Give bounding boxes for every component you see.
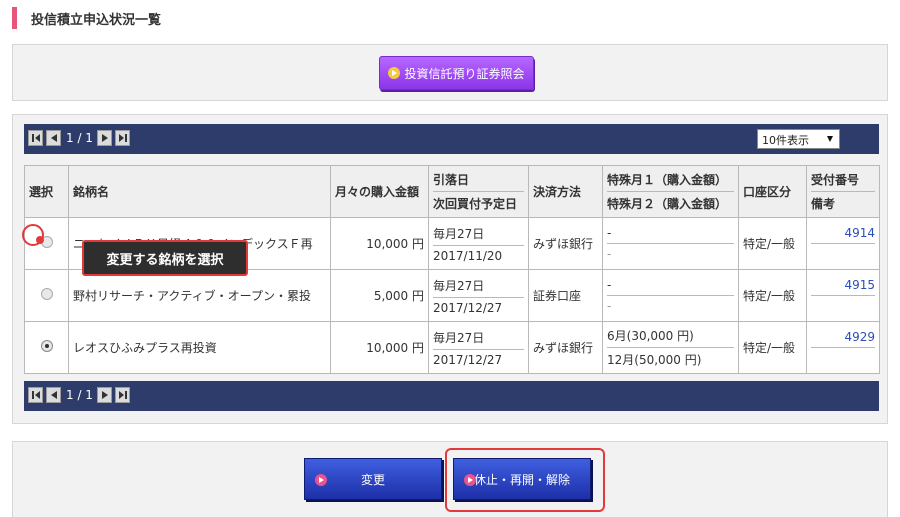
dropdown-arrow-icon [827,136,833,142]
debit-cell: 毎月27日 2017/12/27 [428,269,529,322]
next-purchase-date: 2017/12/27 [433,352,503,367]
payment-method: 証券口座 [528,269,603,322]
pager-bar-bottom: 1 / 1 [24,381,879,411]
next-page-icon[interactable] [96,130,112,146]
payment-method: みずほ銀行 [528,321,603,374]
payment-method: みずほ銀行 [528,217,603,270]
last-page-icon[interactable] [114,130,130,146]
page-title-text: 投信積立申込状況一覧 [31,12,162,28]
select-cell [24,269,69,322]
special-month-1: - [607,275,734,296]
pager-bar-top: 1 / 1 10件表示 [24,124,879,154]
fund-name: レオスひふみプラス再投資 [68,321,331,374]
monthly-amount: 5,000 円 [330,269,429,322]
table-header-row: 選択 銘柄名 月々の購入金額 引落日次回買付予定日 決済方法 特殊月１（購入金額… [24,165,880,218]
special-cell: -- [602,217,739,270]
header-account: 口座区分 [738,165,807,218]
bottom-action-panel: 変更 休止・再開・解除 [12,441,888,517]
play-icon [388,67,401,79]
receipt-number: 4915 [811,275,875,296]
play-icon [464,474,476,486]
instruction-callout-text: 変更する銘柄を選択 [106,252,224,268]
receipt-cell: 4915 [806,269,880,322]
pager-bottom: 1 / 1 [28,387,133,403]
header-debit: 引落日次回買付予定日 [428,165,529,218]
receipt-number: 4914 [811,223,875,244]
account-type: 特定/一般 [738,269,807,322]
first-page-icon[interactable] [28,387,43,403]
debit-day: 毎月27日 [433,326,524,350]
header-receipt-1: 受付番号 [811,168,875,192]
header-receipt-2: 備考 [811,197,836,211]
header-special-2: 特殊月２（購入金額） [607,197,728,211]
next-purchase-date: 2017/12/27 [433,300,503,315]
prev-page-icon[interactable] [46,130,61,146]
table-row: 野村リサーチ・アクティブ・オープン・累投 5,000 円 毎月27日 2017/1… [24,269,880,322]
receipt-number: 4929 [811,327,875,348]
first-page-icon[interactable] [28,130,43,146]
debit-cell: 毎月27日 2017/12/27 [428,321,529,374]
header-payment: 決済方法 [528,165,603,218]
special-month-1: 6月(30,000 円) [607,324,734,348]
debit-day: 毎月27日 [433,274,524,298]
row-radio-selected[interactable] [40,340,53,352]
pager-top: 1 / 1 [28,130,133,146]
fund-inquiry-button-label: 投資信託預り証券照会 [404,66,525,81]
play-icon [315,474,327,486]
page-indicator: 1 / 1 [66,388,93,402]
account-type: 特定/一般 [738,217,807,270]
per-page-select[interactable]: 10件表示 [757,129,840,149]
note [811,296,875,316]
suspend-resume-cancel-button[interactable]: 休止・再開・解除 [453,458,591,500]
per-page-value: 10件表示 [762,134,809,147]
title-accent-bar [12,7,17,29]
fund-name: 野村リサーチ・アクティブ・オープン・累投 [68,269,331,322]
next-purchase-date: 2017/11/20 [433,248,503,263]
last-page-icon[interactable] [114,387,130,403]
select-cell [24,321,69,374]
receipt-cell: 4929 [806,321,880,374]
note [811,348,875,368]
special-month-1: - [607,223,734,244]
header-monthly: 月々の購入金額 [330,165,429,218]
page-title: 投信積立申込状況一覧 [12,6,161,30]
special-cell: 6月(30,000 円) 12月(50,000 円) [602,321,739,374]
fund-inquiry-button[interactable]: 投資信託預り証券照会 [379,56,534,90]
account-type: 特定/一般 [738,321,807,374]
receipt-cell: 4914 [806,217,880,270]
change-button[interactable]: 変更 [304,458,442,500]
table-row: レオスひふみプラス再投資 10,000 円 毎月27日 2017/12/27 みず… [24,321,880,374]
row-radio[interactable] [40,288,53,300]
page-indicator: 1 / 1 [66,131,93,145]
note [811,244,875,264]
instruction-callout: 変更する銘柄を選択 [82,240,248,276]
monthly-amount: 10,000 円 [330,217,429,270]
header-debit-1: 引落日 [433,168,524,192]
debit-cell: 毎月27日 2017/11/20 [428,217,529,270]
header-select: 選択 [24,165,69,218]
header-receipt: 受付番号 備考 [806,165,880,218]
monthly-amount: 10,000 円 [330,321,429,374]
header-special-1: 特殊月１（購入金額） [607,168,734,192]
special-month-2: - [607,247,612,261]
debit-day: 毎月27日 [433,222,524,246]
special-month-2: - [607,299,612,313]
header-special: 特殊月１（購入金額） 特殊月２（購入金額） [602,165,739,218]
callout-pointer-dot [36,236,44,244]
header-debit-2: 次回買付予定日 [433,197,518,211]
prev-page-icon[interactable] [46,387,61,403]
next-page-icon[interactable] [96,387,112,403]
special-month-2: 12月(50,000 円) [607,353,702,367]
special-cell: -- [602,269,739,322]
header-fund: 銘柄名 [68,165,331,218]
top-action-panel: 投資信託預り証券照会 [12,44,888,101]
